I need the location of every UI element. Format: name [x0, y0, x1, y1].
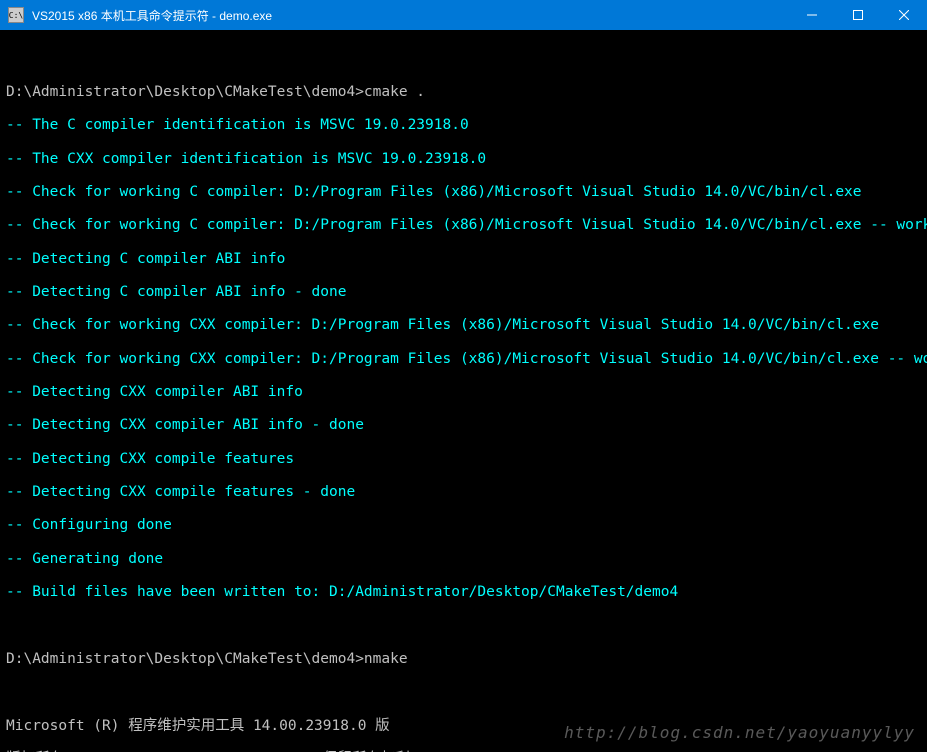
output-line: -- Build files have been written to: D:/…	[6, 584, 921, 601]
prompt-line: D:\Administrator\Desktop\CMakeTest\demo4…	[6, 84, 921, 101]
minimize-icon	[807, 10, 817, 20]
window-title: VS2015 x86 本机工具命令提示符 - demo.exe	[32, 7, 789, 24]
output-line: -- The C compiler identification is MSVC…	[6, 117, 921, 134]
minimize-button[interactable]	[789, 0, 835, 30]
output-line: -- Check for working C compiler: D:/Prog…	[6, 184, 921, 201]
output-line	[6, 684, 921, 701]
titlebar[interactable]: C:\ VS2015 x86 本机工具命令提示符 - demo.exe	[0, 0, 927, 30]
output-line: -- The CXX compiler identification is MS…	[6, 151, 921, 168]
terminal-viewport[interactable]: D:\Administrator\Desktop\CMakeTest\demo4…	[0, 30, 927, 752]
console-window: C:\ VS2015 x86 本机工具命令提示符 - demo.exe D:\A…	[0, 0, 927, 752]
output-line: -- Detecting CXX compiler ABI info - don…	[6, 417, 921, 434]
prompt-line: D:\Administrator\Desktop\CMakeTest\demo4…	[6, 651, 921, 668]
output-line: -- Detecting CXX compile features	[6, 451, 921, 468]
maximize-button[interactable]	[835, 0, 881, 30]
output-line: -- Detecting CXX compile features - done	[6, 484, 921, 501]
output-line: -- Check for working CXX compiler: D:/Pr…	[6, 351, 921, 368]
output-line: -- Generating done	[6, 551, 921, 568]
window-icon: C:\	[8, 7, 24, 23]
output-line: -- Configuring done	[6, 517, 921, 534]
output-line: -- Check for working CXX compiler: D:/Pr…	[6, 317, 921, 334]
output-line	[6, 51, 921, 68]
maximize-icon	[853, 10, 863, 20]
output-line	[6, 618, 921, 635]
close-icon	[899, 10, 909, 20]
output-line: -- Detecting C compiler ABI info	[6, 251, 921, 268]
output-line: Microsoft (R) 程序维护实用工具 14.00.23918.0 版	[6, 718, 921, 735]
window-controls	[789, 0, 927, 30]
output-line: -- Check for working C compiler: D:/Prog…	[6, 217, 921, 234]
output-line: -- Detecting C compiler ABI info - done	[6, 284, 921, 301]
close-button[interactable]	[881, 0, 927, 30]
output-line: -- Detecting CXX compiler ABI info	[6, 384, 921, 401]
